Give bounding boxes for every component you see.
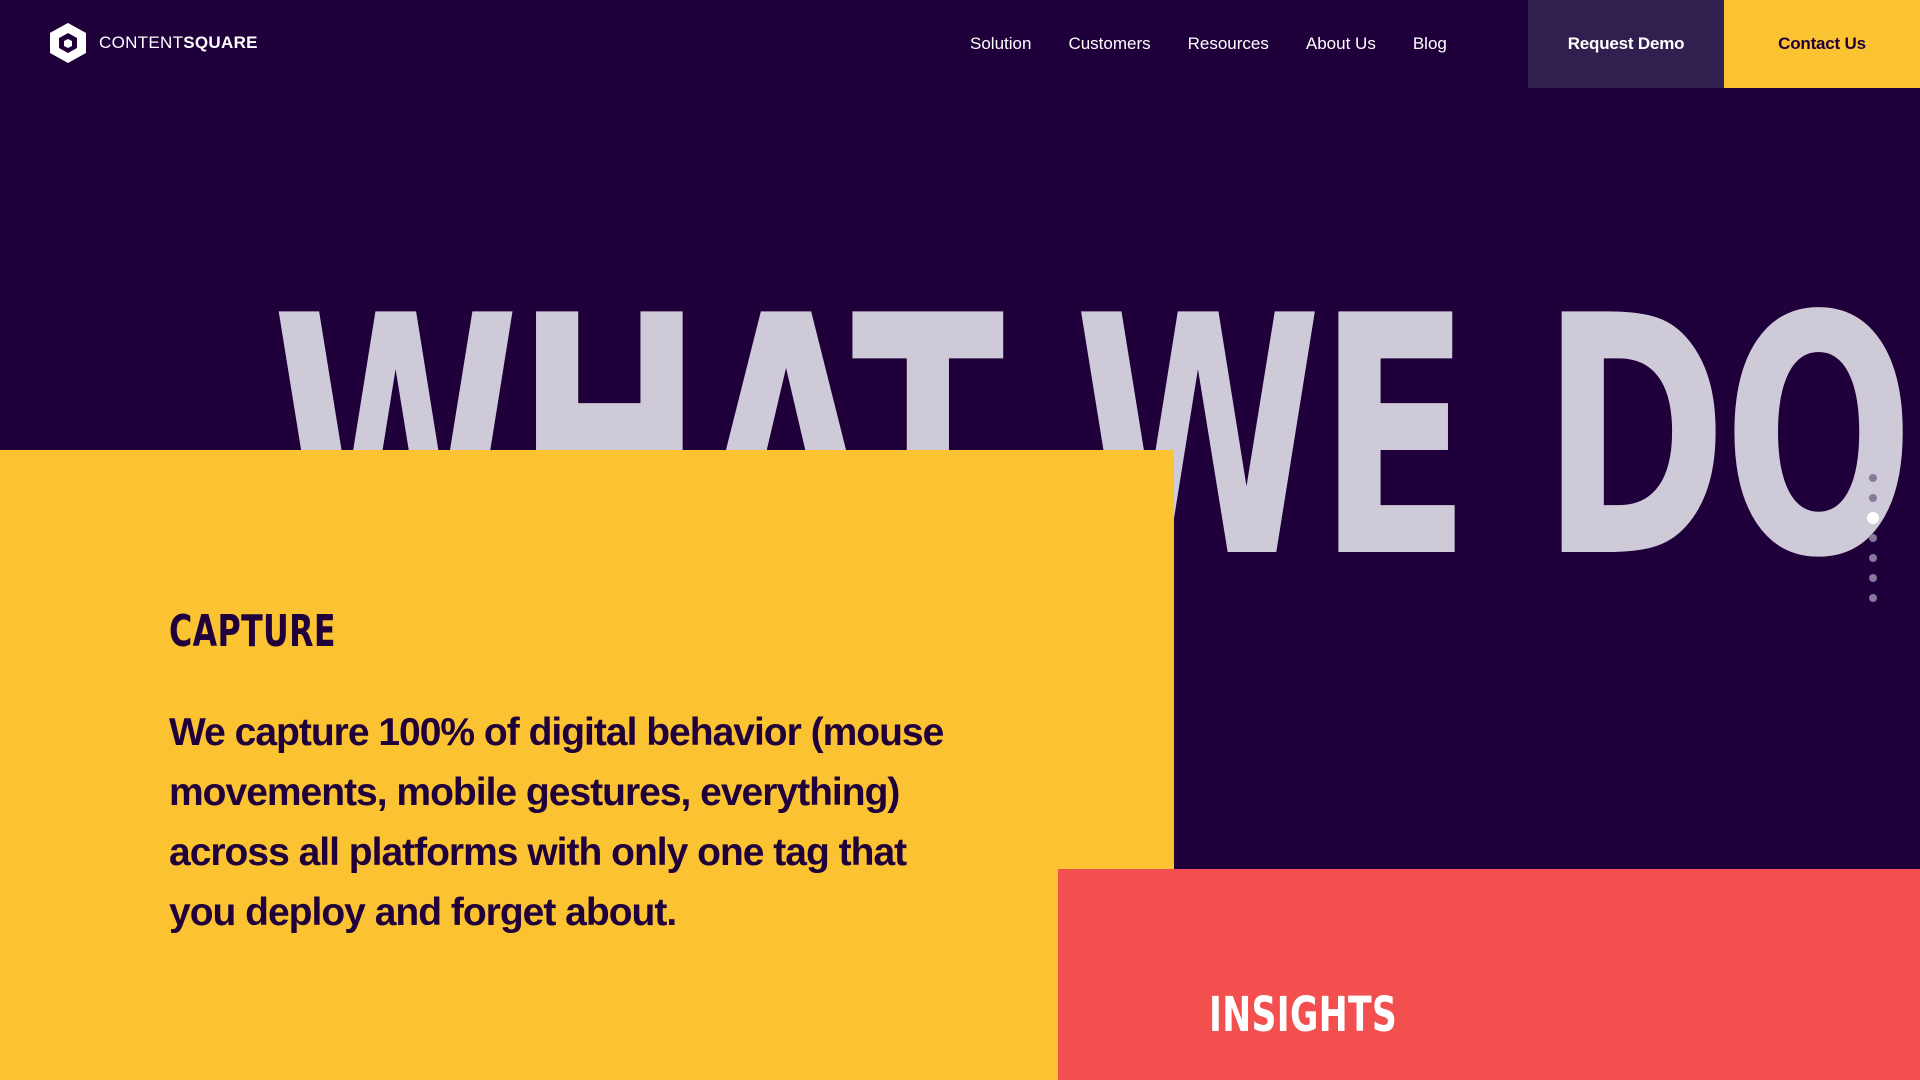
- section-dot[interactable]: [1869, 554, 1877, 562]
- section-dot[interactable]: [1869, 494, 1877, 502]
- capture-heading: CAPTURE: [169, 606, 336, 657]
- nav-blog[interactable]: Blog: [1413, 34, 1447, 54]
- site-header: CONTENTSQUARE Solution Customers Resourc…: [0, 0, 1920, 88]
- section-dot[interactable]: [1869, 594, 1877, 602]
- logo-wordmark-light: CONTENT: [99, 33, 184, 52]
- section-dots-nav: [1866, 474, 1880, 614]
- request-demo-button[interactable]: Request Demo: [1528, 0, 1724, 88]
- section-dot[interactable]: [1869, 474, 1877, 482]
- main-nav: Solution Customers Resources About Us Bl…: [970, 0, 1447, 88]
- logo-wordmark-bold: SQUARE: [183, 33, 258, 52]
- capture-panel: CAPTURE We capture 100% of digital behav…: [0, 450, 1174, 1080]
- nav-about-us[interactable]: About Us: [1306, 34, 1376, 54]
- contact-us-button[interactable]: Contact Us: [1724, 0, 1920, 88]
- section-dot-active[interactable]: [1867, 512, 1879, 524]
- nav-solution[interactable]: Solution: [970, 34, 1031, 54]
- nav-resources[interactable]: Resources: [1188, 34, 1269, 54]
- logo-wordmark: CONTENTSQUARE: [99, 33, 258, 53]
- insights-heading: INSIGHTS: [1209, 987, 1398, 1043]
- nav-customers[interactable]: Customers: [1068, 34, 1150, 54]
- hexagon-cube-icon: [50, 23, 86, 63]
- capture-body-text: We capture 100% of digital behavior (mou…: [169, 711, 944, 934]
- insights-panel: INSIGHTS: [1058, 869, 1920, 1080]
- contentsquare-logo[interactable]: CONTENTSQUARE: [49, 21, 258, 65]
- section-dot[interactable]: [1869, 534, 1877, 542]
- section-dot[interactable]: [1869, 574, 1877, 582]
